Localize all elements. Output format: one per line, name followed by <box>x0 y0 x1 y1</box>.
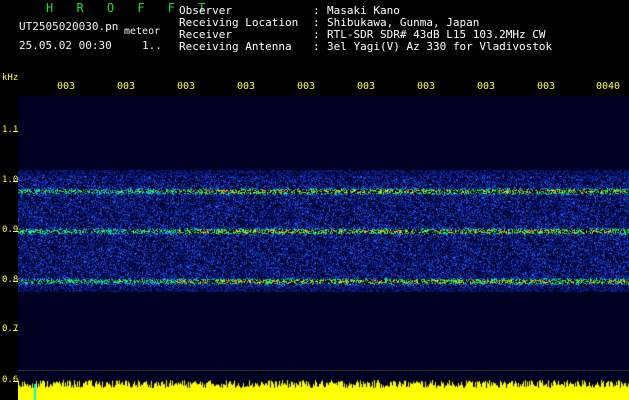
filename-label: UT2505020030.pn <box>19 20 119 33</box>
x-tick-label: 003 <box>417 81 436 92</box>
info-value-antenna: 3el Yagi(V) Az 330 for Vladivostok <box>327 40 553 53</box>
info-label-receiver: Receiver <box>179 28 232 41</box>
info-value-location: Shibukawa, Gunma, Japan <box>327 16 480 29</box>
x-tick-label: 003 <box>177 81 196 92</box>
info-label-location: Receiving Location <box>179 16 299 29</box>
power-trace-baseline <box>18 370 629 371</box>
info-label-observer: Observer <box>179 4 232 17</box>
info-separator: : <box>313 16 320 29</box>
x-tick-label: 003 <box>57 81 76 92</box>
timestamp-suffix: 1.. <box>142 39 162 52</box>
info-separator: : <box>313 4 320 17</box>
y-axis-unit: kHz <box>2 73 19 83</box>
x-tick-label: 003 <box>237 81 256 92</box>
info-value-observer: Masaki Kano <box>327 4 400 17</box>
x-tick-label: 0040 <box>596 81 621 92</box>
x-tick-label: 003 <box>117 81 136 92</box>
info-value-receiver: RTL-SDR SDR# 43dB L15 103.2MHz CW <box>327 28 546 41</box>
info-separator: : <box>313 40 320 53</box>
x-tick-label: 003 <box>357 81 376 92</box>
x-tick-label: 003 <box>477 81 496 92</box>
file-tag: meteor <box>124 26 161 37</box>
timestamp-label: 25.05.02 00:30 <box>19 39 112 52</box>
info-separator: : <box>313 28 320 41</box>
spectrogram-canvas <box>18 96 629 400</box>
x-tick-label: 003 <box>537 81 556 92</box>
info-label-antenna: Receiving Antenna <box>179 40 292 53</box>
x-tick-label: 003 <box>297 81 316 92</box>
